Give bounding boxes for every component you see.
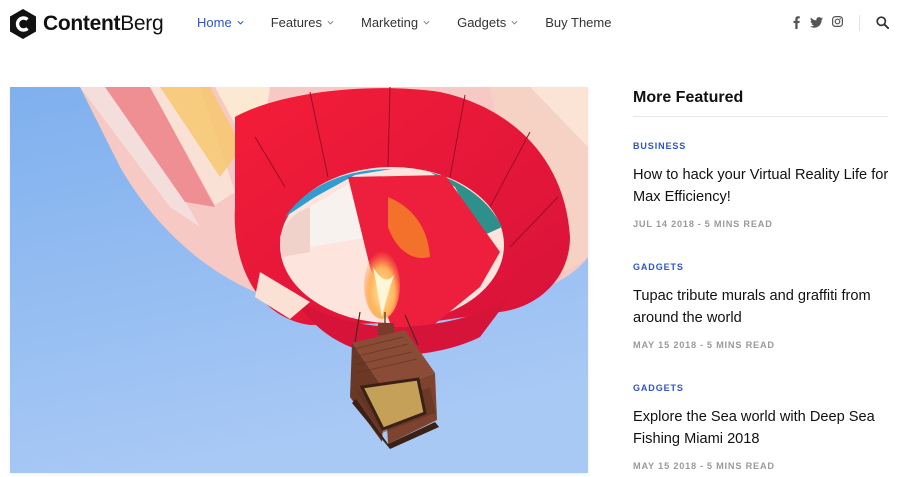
site-logo[interactable]: ContentBerg <box>9 9 164 39</box>
nav-item-label: Marketing <box>361 15 419 30</box>
nav-item-label: Gadgets <box>457 15 507 30</box>
featured-post[interactable]: Gadgets Explore the Sea world with Deep … <box>633 383 891 471</box>
post-read-time: 5 Mins Read <box>706 340 775 350</box>
logo-icon <box>10 9 36 39</box>
post-category[interactable]: Gadgets <box>633 383 891 393</box>
logo-text-light: Berg <box>120 12 164 35</box>
sidebar-divider <box>633 116 888 117</box>
post-read-time: 5 Mins Read <box>706 461 775 471</box>
chevron-down-icon <box>511 19 518 26</box>
meta-separator: - <box>699 340 704 350</box>
post-category[interactable]: Business <box>633 141 891 151</box>
post-title[interactable]: How to hack your Virtual Reality Life fo… <box>633 164 891 208</box>
more-featured-sidebar: More Featured Business How to hack your … <box>633 86 888 471</box>
post-category[interactable]: Gadgets <box>633 262 891 272</box>
chevron-down-icon <box>237 19 244 26</box>
featured-post[interactable]: Gadgets Tupac tribute murals and graffit… <box>633 262 891 350</box>
header-divider <box>859 15 860 31</box>
chevron-down-icon <box>423 19 430 26</box>
meta-separator: - <box>699 461 704 471</box>
meta-separator: - <box>697 219 702 229</box>
main-nav: Home Features Marketing Gadgets Buy Them… <box>197 15 638 30</box>
hot-air-balloon-image <box>10 87 588 473</box>
post-date: Jul 14 2018 <box>633 219 695 229</box>
chevron-down-icon <box>327 19 334 26</box>
post-meta: May 15 2018-5 Mins Read <box>633 461 891 471</box>
post-title[interactable]: Explore the Sea world with Deep Sea Fish… <box>633 406 891 450</box>
post-date: May 15 2018 <box>633 461 697 471</box>
post-read-time: 5 Mins Read <box>704 219 773 229</box>
post-meta: Jul 14 2018-5 Mins Read <box>633 219 891 229</box>
nav-item-buy-theme[interactable]: Buy Theme <box>545 15 611 30</box>
search-icon[interactable] <box>876 16 889 29</box>
post-title[interactable]: Tupac tribute murals and graffiti from a… <box>633 285 891 329</box>
post-date: May 15 2018 <box>633 340 697 350</box>
nav-item-label: Buy Theme <box>545 15 612 30</box>
twitter-icon[interactable] <box>810 17 823 28</box>
post-meta: May 15 2018-5 Mins Read <box>633 340 891 350</box>
logo-text: ContentBerg <box>43 9 164 39</box>
featured-post[interactable]: Business How to hack your Virtual Realit… <box>633 141 891 229</box>
nav-item-label: Home <box>197 15 232 30</box>
nav-item-marketing[interactable]: Marketing <box>361 15 430 30</box>
nav-item-gadgets[interactable]: Gadgets <box>457 15 518 30</box>
nav-item-home[interactable]: Home <box>197 15 244 30</box>
nav-item-label: Features <box>270 15 322 30</box>
instagram-icon[interactable] <box>832 16 843 27</box>
sidebar-title: More Featured <box>633 89 744 106</box>
hero-image[interactable] <box>10 87 588 473</box>
logo-text-bold: Content <box>43 12 121 35</box>
site-header: ContentBerg Home Features Marketing Gadg… <box>0 0 900 48</box>
facebook-icon[interactable] <box>793 16 800 29</box>
nav-item-features[interactable]: Features <box>271 15 334 30</box>
